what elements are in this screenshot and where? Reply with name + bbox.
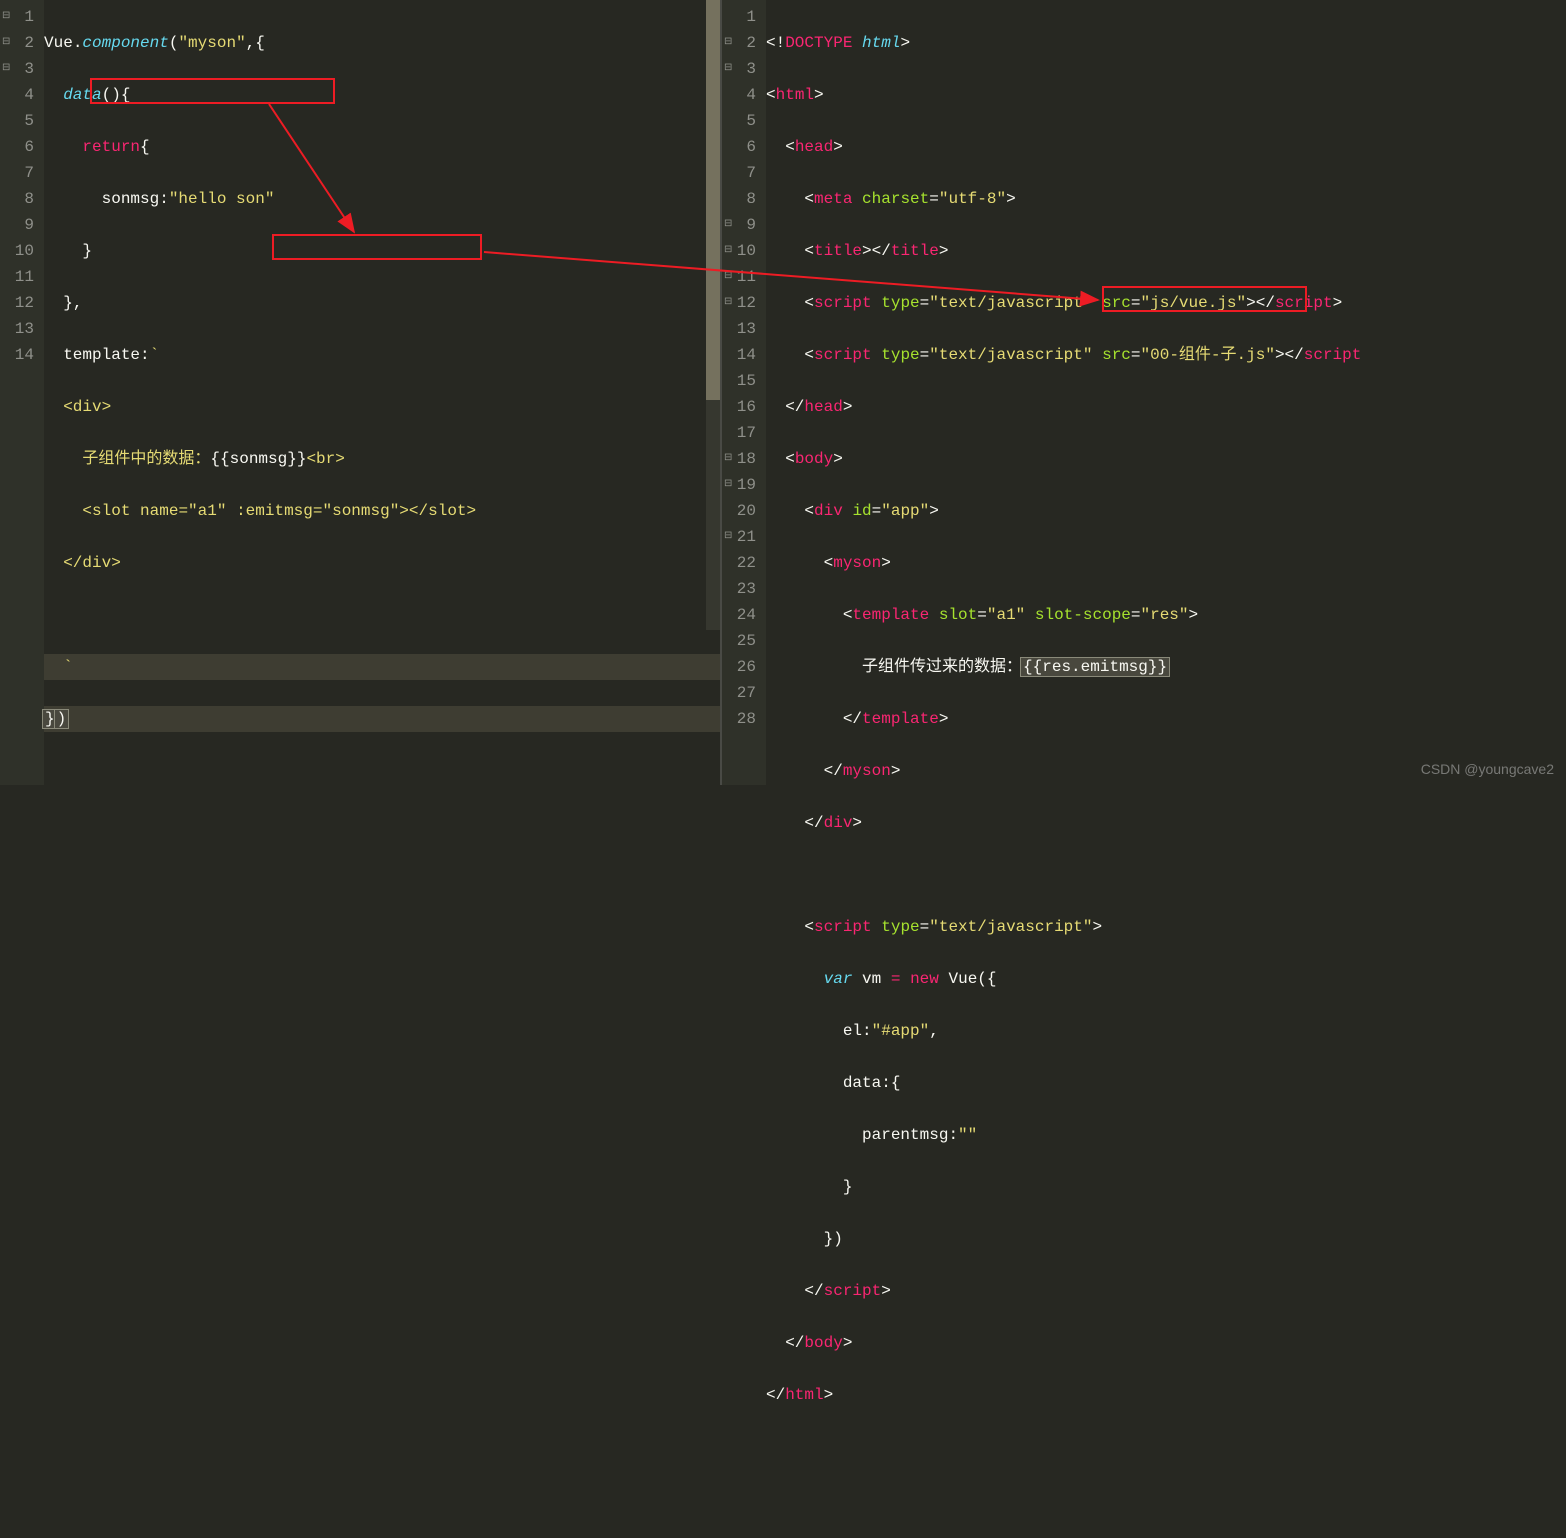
code-area-left[interactable]: Vue.component("myson",{ data(){ return{ … (44, 0, 720, 785)
arrow-data-to-slot (44, 0, 344, 150)
editor-pane-right[interactable]: 1 ⊟2 ⊟3 4 5 6 7 8 ⊟9 ⊟10 ⊟11 ⊟12 13 14 1… (720, 0, 1566, 785)
editor-pane-left[interactable]: ⊟1 ⊟2 ⊟3 4 5 6 7 8 9 10 11 12 13 14 Vue.… (0, 0, 720, 785)
gutter-left: ⊟1 ⊟2 ⊟3 4 5 6 7 8 9 10 11 12 13 14 (0, 0, 44, 785)
scrollbar-left[interactable] (706, 0, 720, 630)
editor-split-view: ⊟1 ⊟2 ⊟3 4 5 6 7 8 9 10 11 12 13 14 Vue.… (0, 0, 1566, 785)
gutter-right: 1 ⊟2 ⊟3 4 5 6 7 8 ⊟9 ⊟10 ⊟11 ⊟12 13 14 1… (722, 0, 766, 785)
watermark: CSDN @youngcave2 (1421, 761, 1554, 777)
code-area-right[interactable]: <!DOCTYPE html> <html> <head> <meta char… (766, 0, 1566, 785)
